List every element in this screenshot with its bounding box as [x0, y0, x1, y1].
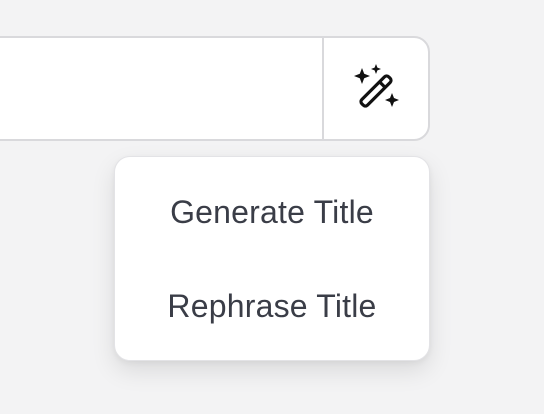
menu-item-rephrase-title[interactable]: Rephrase Title [115, 259, 429, 353]
magic-wand-button[interactable] [322, 38, 428, 139]
ai-title-menu: Generate Title Rephrase Title [114, 156, 430, 361]
magic-wand-sparkles-icon [354, 63, 399, 108]
menu-item-generate-title[interactable]: Generate Title [115, 165, 429, 259]
title-input[interactable] [0, 38, 322, 139]
title-input-group [0, 36, 430, 141]
